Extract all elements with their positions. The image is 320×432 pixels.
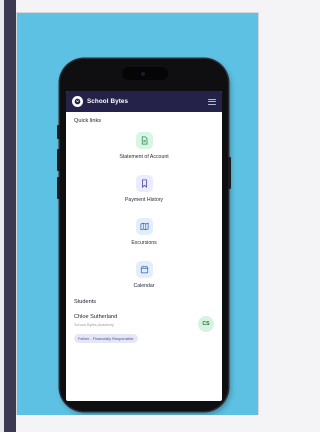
quick-link-label: Payment History [124, 197, 164, 203]
quick-link-calendar[interactable]: Calendar [66, 261, 222, 289]
backdrop-footer [16, 415, 259, 432]
phone-frame: School Bytes Quick links Statement of Ac… [57, 59, 231, 411]
quick-link-label: Excursions [131, 240, 157, 246]
window-edge-highlight [0, 0, 4, 432]
map-icon [135, 218, 153, 235]
quick-links-heading: Quick links [74, 118, 102, 124]
calendar-icon [135, 261, 153, 278]
phone-mute-switch [57, 125, 60, 139]
phone-power-button [228, 157, 231, 189]
document-icon [135, 132, 153, 149]
hamburger-menu-icon[interactable] [208, 98, 216, 106]
phone-screen: School Bytes Quick links Statement of Ac… [66, 91, 222, 401]
quick-link-label: Statement of Account [119, 154, 169, 160]
relationship-badge: Father - Financially Responsible [74, 334, 138, 343]
students-heading: Students [74, 299, 97, 305]
quick-link-payment-history[interactable]: Payment History [66, 175, 222, 203]
student-card[interactable]: Chloe Sutherland School Bytes Academy Fa… [66, 314, 222, 345]
quick-link-excursions[interactable]: Excursions [66, 218, 222, 246]
phone-volume-down [57, 177, 60, 199]
app-header: School Bytes [66, 91, 222, 112]
phone-notch [122, 67, 168, 80]
phone-volume-up [57, 149, 60, 171]
school-bytes-logo-icon [72, 96, 83, 107]
quick-link-statement-of-account[interactable]: Statement of Account [66, 132, 222, 160]
student-avatar: CS [198, 316, 214, 332]
brand-name: School Bytes [87, 98, 129, 105]
quick-link-label: Calendar [133, 283, 155, 289]
bookmark-icon [135, 175, 153, 192]
